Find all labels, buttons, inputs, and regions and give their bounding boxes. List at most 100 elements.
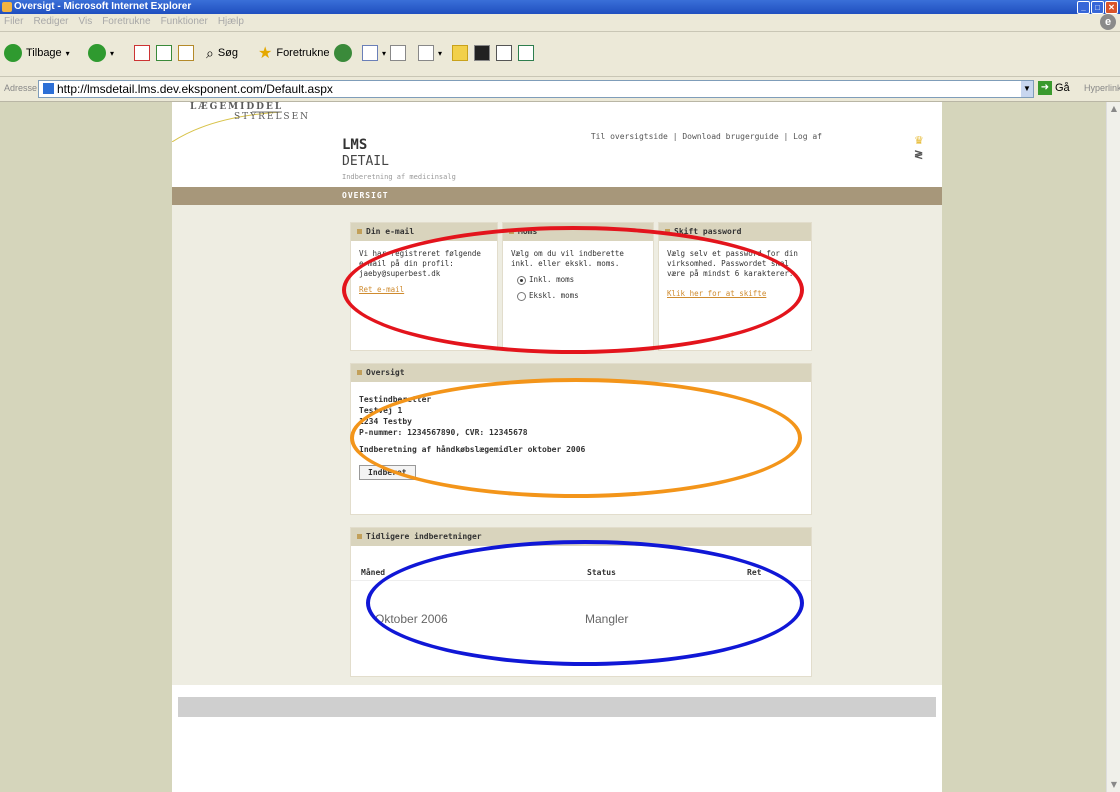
history-box: Tidligere indberetninger Måned Status Re…: [350, 527, 812, 677]
vat-excl-label: Ekskl. moms: [529, 291, 579, 300]
chevron-down-icon: ▾: [65, 48, 70, 58]
refresh-button[interactable]: [156, 38, 172, 68]
history-box-heading: Tidligere indberetninger: [366, 532, 482, 541]
email-box-text: Vi har registreret følgende e-mail på di…: [359, 249, 481, 268]
star-icon: ★: [258, 45, 273, 62]
overview-box-header: Oversigt: [351, 364, 811, 382]
password-box-heading: Skift password: [674, 227, 742, 236]
vat-box-header: Moms: [503, 223, 653, 241]
menu-favorites[interactable]: Foretrukne: [102, 16, 150, 27]
radio-selected-icon: [517, 275, 526, 285]
company-numbers: P-nummer: 1234567890, CVR: 12345678: [359, 428, 528, 437]
vat-incl-option[interactable]: Inkl. moms: [511, 275, 645, 285]
print-button[interactable]: [390, 38, 406, 68]
email-box-heading: Din e-mail: [366, 227, 415, 236]
report-title: Indberetning af håndkøbslægemidler oktob…: [359, 445, 586, 454]
change-password-link[interactable]: Klik her for at skifte: [667, 289, 803, 299]
overview-box-heading: Oversigt: [366, 368, 405, 377]
edit-icon: [418, 45, 434, 61]
home-button[interactable]: [178, 38, 194, 68]
chevron-down-icon: ▾: [110, 48, 115, 58]
vat-incl-label: Inkl. moms: [529, 275, 575, 284]
favorites-button[interactable]: ★ Foretrukne: [258, 38, 330, 68]
email-box-body: Vi har registreret følgende e-mail på di…: [351, 241, 497, 303]
brand-line1: LÆGEMIDDEL: [190, 102, 284, 112]
nav-bar: OVERSIGT: [172, 187, 942, 205]
vat-excl-option[interactable]: Ekskl. moms: [511, 291, 645, 301]
messenger-button[interactable]: [474, 38, 490, 68]
search-button[interactable]: ⌕ Søg: [206, 38, 238, 68]
brand-line2: STYRELSEN: [234, 112, 311, 122]
company-name: Testindberetter: [359, 395, 432, 404]
address-label: Adresse: [4, 83, 38, 93]
menu-file[interactable]: Filer: [4, 16, 23, 27]
history-box-header: Tidligere indberetninger: [351, 528, 811, 546]
web-page: LÆGEMIDDEL STYRELSEN Til oversigtside | …: [172, 102, 942, 792]
minimize-button[interactable]: _: [1077, 1, 1090, 14]
app-tagline: Indberetning af medicinsalg: [342, 173, 456, 181]
print-icon: [390, 45, 406, 61]
menu-view[interactable]: Vis: [78, 16, 92, 27]
discuss-button[interactable]: [518, 38, 534, 68]
left-column: [172, 205, 292, 685]
nav-current[interactable]: OVERSIGT: [342, 191, 389, 200]
bullet-icon: [665, 229, 670, 234]
address-dropdown-icon[interactable]: ▼: [1021, 81, 1033, 97]
addressbar: Adresse http://lmsdetail.lms.dev.ekspone…: [0, 77, 1120, 102]
edit-button[interactable]: ▾: [418, 38, 442, 68]
overview-box: Oversigt Testindberetter Testvej 1 1234 …: [350, 363, 812, 515]
app-subtitle: DETAIL: [342, 154, 389, 169]
vat-box-text: Vælg om du vil indberette inkl. eller ek…: [511, 249, 624, 268]
bullet-icon: [357, 370, 362, 375]
content-area: Din e-mail Vi har registreret følgende e…: [292, 205, 822, 685]
back-arrow-icon: [4, 44, 22, 62]
vertical-scrollbar[interactable]: ▲ ▼: [1106, 102, 1120, 792]
address-input[interactable]: http://lmsdetail.lms.dev.eksponent.com/D…: [38, 80, 1034, 98]
menu-help[interactable]: Hjælp: [218, 16, 244, 27]
scroll-up-icon[interactable]: ▲: [1107, 102, 1120, 116]
close-button[interactable]: ✕: [1105, 1, 1118, 14]
history-button[interactable]: [334, 38, 352, 68]
password-box-body: Vælg selv et password for din virksomhed…: [659, 241, 811, 307]
research-icon: [496, 45, 512, 61]
col-status: Status: [587, 568, 616, 577]
col-month: Måned: [361, 568, 386, 577]
messenger-icon: [474, 45, 490, 61]
window-title: Oversigt - Microsoft Internet Explorer: [14, 1, 192, 12]
window-titlebar: Oversigt - Microsoft Internet Explorer _…: [0, 0, 1120, 14]
password-box-header: Skift password: [659, 223, 811, 241]
research-button[interactable]: [496, 38, 512, 68]
bullet-icon: [357, 534, 362, 539]
folder-icon: [452, 45, 468, 61]
forward-arrow-icon: [88, 44, 106, 62]
menu-edit[interactable]: Rediger: [33, 16, 68, 27]
password-box-text: Vælg selv et password for din virksomhed…: [667, 249, 798, 278]
vat-box-heading: Moms: [518, 227, 538, 236]
back-button[interactable]: Tilbage ▾: [4, 38, 70, 68]
back-label: Tilbage: [26, 47, 62, 59]
go-button[interactable]: ➜ Gå: [1038, 81, 1070, 95]
stop-button[interactable]: [134, 38, 150, 68]
mail-button[interactable]: ▾: [362, 38, 386, 68]
maximize-button[interactable]: □: [1091, 1, 1104, 14]
search-icon: ⌕: [206, 44, 214, 61]
stop-icon: [134, 45, 150, 61]
password-box: Skift password Vælg selv et password for…: [658, 222, 812, 351]
top-navigation[interactable]: Til oversigtside | Download brugerguide …: [591, 132, 822, 141]
menu-tools[interactable]: Funktioner: [161, 16, 208, 27]
change-email-link[interactable]: Ret e-mail: [359, 285, 489, 295]
go-label: Gå: [1055, 82, 1070, 94]
submit-report-button[interactable]: Indberet: [359, 465, 416, 480]
right-column: [822, 205, 942, 685]
forward-button[interactable]: ▾: [88, 38, 114, 68]
folder-button[interactable]: [452, 38, 468, 68]
bullet-icon: [509, 229, 514, 234]
go-arrow-icon: ➜: [1038, 81, 1052, 95]
windows-throbber-icon: e: [1100, 14, 1116, 30]
links-toolbar[interactable]: Hyperlinks: [1084, 83, 1120, 93]
scroll-down-icon[interactable]: ▼: [1107, 778, 1120, 792]
browser-viewport: LÆGEMIDDEL STYRELSEN Til oversigtside | …: [0, 102, 1106, 792]
crown-icon: ♛: [914, 134, 924, 147]
mail-icon: [362, 45, 378, 61]
company-city: 1234 Testby: [359, 417, 412, 426]
